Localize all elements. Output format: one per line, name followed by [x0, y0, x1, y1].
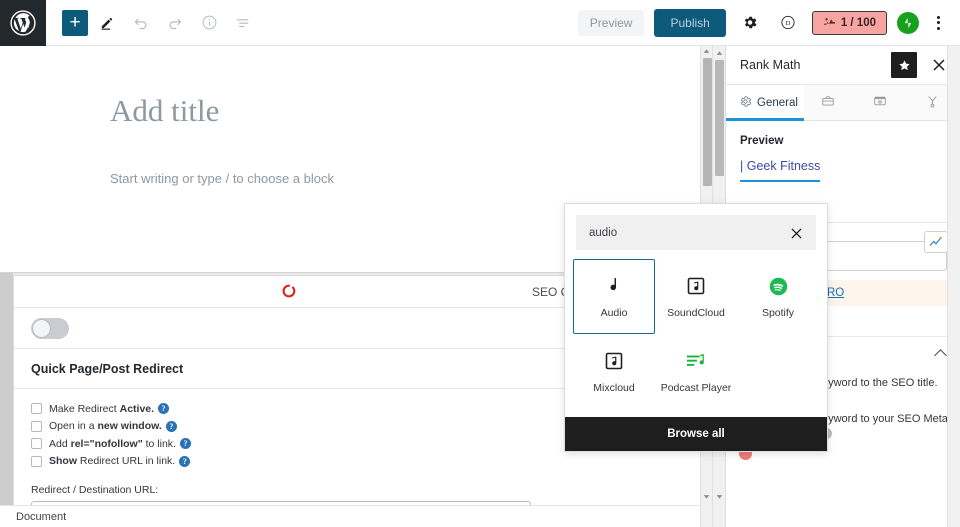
rank-math-general-body: Preview | Geek Fitness — [726, 121, 960, 182]
inserter-block-grid: Audio SoundCloud Spotify Mixcloud Podcas… — [565, 250, 827, 417]
edit-mode-button[interactable] — [92, 8, 122, 38]
seo-score-value: 1 / 100 — [840, 16, 876, 29]
schema-icon — [925, 94, 940, 112]
audio-note-icon — [603, 274, 625, 298]
document-tab-label[interactable]: Document — [16, 511, 66, 523]
redo-button[interactable] — [160, 8, 190, 38]
block-item-spotify[interactable]: Spotify — [737, 259, 819, 334]
seo-enable-toggle[interactable] — [31, 317, 69, 339]
rank-math-icon — [823, 16, 836, 30]
block-item-podcast-player[interactable]: Podcast Player — [655, 334, 737, 409]
scroll-down-arrow-icon[interactable] — [702, 492, 711, 501]
block-item-label: Audio — [600, 307, 628, 319]
publish-button[interactable]: Publish — [654, 8, 726, 37]
jetpack-icon[interactable] — [897, 11, 919, 34]
block-item-audio[interactable]: Audio — [573, 259, 655, 334]
block-item-mixcloud[interactable]: Mixcloud — [573, 334, 655, 409]
block-inserter-popover: audio Audio SoundCloud Spotify Mixcloud … — [564, 203, 828, 452]
kebab-menu-icon[interactable] — [929, 10, 948, 36]
rank-math-panel-header: Rank Math — [726, 46, 960, 85]
rank-math-title: Rank Math — [740, 58, 801, 72]
tab-general[interactable]: General — [726, 85, 805, 121]
gear-icon — [739, 95, 752, 111]
soundcloud-icon — [686, 274, 706, 298]
trend-chart-icon[interactable] — [924, 231, 948, 253]
snippet-preview-title[interactable]: | Geek Fitness — [740, 159, 947, 173]
editor-status-bar: Document — [0, 505, 712, 527]
sidebar-scrollbar-right[interactable] — [947, 46, 960, 527]
close-icon[interactable] — [930, 56, 948, 74]
loading-spinner-icon — [281, 283, 297, 299]
checkbox-label: Open in a new window.? — [49, 420, 177, 432]
scroll-thumb[interactable] — [702, 58, 712, 186]
tab-label: General — [757, 96, 798, 109]
checkbox-label: Show Redirect URL in link.? — [49, 455, 191, 467]
spotify-icon — [768, 274, 789, 298]
help-icon[interactable]: ? — [179, 438, 191, 450]
circle-d-icon[interactable]: D — [774, 9, 802, 37]
checkbox-label: Make Redirect Active.? — [49, 403, 170, 415]
tab-social-preview[interactable] — [857, 85, 909, 120]
checkbox-open-new-window[interactable] — [31, 420, 42, 432]
block-item-label: Spotify — [761, 307, 795, 319]
list-view-icon[interactable] — [228, 8, 258, 38]
chevron-up-icon[interactable] — [934, 349, 947, 362]
social-card-icon — [873, 94, 887, 111]
metabox-left-gutter — [0, 273, 13, 527]
podcast-player-icon — [685, 349, 707, 373]
paragraph-block-placeholder[interactable]: Start writing or type / to choose a bloc… — [110, 171, 334, 186]
star-icon[interactable] — [891, 52, 917, 78]
help-icon[interactable]: ? — [179, 455, 191, 467]
tab-social[interactable] — [804, 85, 856, 120]
browse-all-button[interactable]: Browse all — [565, 417, 827, 451]
top-bar-left-tools: + — [46, 0, 258, 46]
add-block-button[interactable]: + — [62, 9, 88, 36]
seo-score-badge[interactable]: 1 / 100 — [811, 10, 887, 35]
preview-section-label: Preview — [740, 135, 784, 147]
scroll-thumb[interactable] — [715, 60, 724, 176]
top-bar-right-tools: Preview Publish D 1 / 100 — [577, 0, 960, 46]
post-title-input[interactable]: Add title — [110, 93, 219, 129]
briefcase-icon — [821, 94, 835, 111]
inserter-search-box[interactable]: audio — [576, 215, 816, 250]
block-item-label: SoundCloud — [667, 307, 725, 319]
checkbox-make-redirect-active[interactable] — [31, 403, 42, 414]
scroll-up-arrow-icon[interactable] — [715, 49, 724, 58]
rank-math-tabs: General — [726, 85, 960, 121]
preview-button[interactable]: Preview — [577, 9, 645, 36]
close-icon[interactable] — [788, 225, 805, 242]
inserter-search-wrap: audio — [565, 204, 827, 250]
checkbox-label: Add rel="nofollow" to link.? — [49, 438, 191, 450]
checkbox-show-redirect-url[interactable] — [31, 455, 42, 467]
block-item-label: Podcast Player — [660, 382, 732, 394]
checkbox-add-nofollow[interactable] — [31, 438, 42, 449]
mixcloud-icon — [604, 349, 624, 373]
block-item-label: Mixcloud — [593, 382, 635, 394]
gear-icon[interactable] — [736, 9, 764, 37]
redirect-url-label: Redirect / Destination URL: — [31, 483, 159, 496]
scroll-up-arrow-icon[interactable] — [702, 47, 711, 56]
undo-button[interactable] — [126, 8, 156, 38]
search-input[interactable]: audio — [589, 227, 617, 239]
help-icon[interactable]: ? — [165, 420, 177, 432]
info-icon[interactable] — [194, 8, 224, 38]
svg-text:D: D — [785, 20, 790, 27]
scroll-down-arrow-icon[interactable] — [715, 492, 724, 501]
help-icon[interactable]: ? — [158, 403, 170, 415]
editor-top-bar: + Preview Publish D 1 / 100 — [0, 0, 960, 46]
block-item-soundcloud[interactable]: SoundCloud — [655, 259, 737, 334]
checkbox-row-show-redirect-url[interactable]: Show Redirect URL in link.? — [31, 454, 712, 469]
wordpress-logo-icon[interactable] — [0, 0, 46, 46]
